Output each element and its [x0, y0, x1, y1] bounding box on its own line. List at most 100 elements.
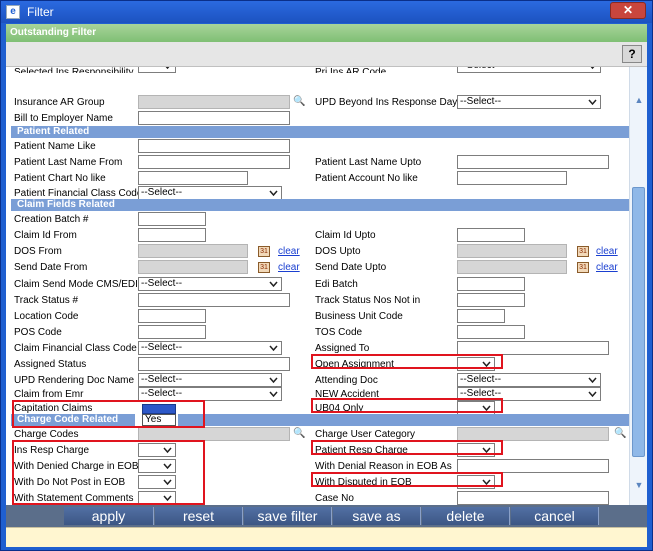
attending-doc-select[interactable]: --Select--: [457, 373, 601, 387]
save-filter-button[interactable]: save filter: [244, 507, 332, 525]
binoculars-icon[interactable]: 🔍: [614, 429, 626, 439]
tos-code-input[interactable]: [457, 325, 525, 339]
send-date-upto-input[interactable]: [457, 260, 567, 274]
chevron-down-icon: [269, 281, 278, 288]
chevron-down-icon: [269, 345, 278, 352]
assigned-to-input[interactable]: [457, 341, 609, 355]
patient-chart-no-input[interactable]: [138, 171, 248, 185]
highlight-charge-options: [12, 440, 205, 505]
highlight-patient-resp-charge: [311, 440, 503, 455]
scroll-down-icon[interactable]: ▼: [633, 480, 645, 490]
track-status-input[interactable]: [138, 293, 290, 307]
patient-last-name-upto-input[interactable]: [457, 155, 609, 169]
upd-beyond-select[interactable]: --Select--: [457, 95, 601, 109]
send-date-upto-label: Send Date Upto: [315, 262, 387, 273]
send-date-from-label: Send Date From: [14, 262, 88, 273]
close-button[interactable]: ✕: [610, 2, 646, 19]
highlight-capitation-claims: [12, 400, 205, 428]
pos-code-label: POS Code: [14, 327, 62, 338]
status-bar: [6, 527, 647, 547]
patient-account-no-input[interactable]: [457, 171, 567, 185]
scroll-thumb[interactable]: [632, 187, 645, 457]
location-code-input[interactable]: [138, 309, 206, 323]
filter-form: Selected Ins Responsibility Pri Ins AR C…: [6, 67, 647, 505]
dos-upto-input[interactable]: [457, 244, 567, 258]
highlight-open-assignment: [311, 354, 503, 369]
claim-from-emr-select[interactable]: --Select--: [138, 387, 282, 401]
send-date-from-clear-link[interactable]: clear: [278, 262, 300, 274]
edi-batch-label: Edi Batch: [315, 279, 358, 290]
scroll-up-icon[interactable]: ▲: [633, 95, 645, 105]
business-unit-code-input[interactable]: [457, 309, 505, 323]
case-no-input[interactable]: [457, 491, 609, 505]
chevron-down-icon: [165, 67, 170, 70]
title-bar: e Filter ✕: [1, 1, 652, 23]
track-status-label: Track Status #: [14, 295, 79, 306]
insurance-ar-group-label: Insurance AR Group: [14, 97, 105, 108]
assigned-status-input[interactable]: [138, 357, 290, 371]
upd-beyond-label: UPD Beyond Ins Response Days: [315, 97, 463, 108]
calendar-icon[interactable]: 31: [258, 262, 270, 273]
help-button[interactable]: ?: [622, 45, 642, 63]
attending-doc-label: Attending Doc: [315, 375, 378, 386]
patient-account-no-label: Patient Account No like: [315, 173, 418, 184]
insurance-ar-group-input[interactable]: [138, 95, 290, 109]
vertical-scrollbar[interactable]: ▲ ▼: [629, 67, 647, 505]
button-bar: apply reset save filter save as delete c…: [6, 505, 647, 527]
claim-id-from-input[interactable]: [138, 228, 206, 242]
binoculars-icon[interactable]: 🔍: [293, 97, 305, 107]
cancel-button[interactable]: cancel: [511, 507, 599, 525]
dos-upto-clear-link[interactable]: clear: [596, 246, 618, 258]
case-no-label: Case No: [315, 493, 354, 504]
apply-button[interactable]: apply: [64, 507, 154, 525]
with-denial-reason-input[interactable]: [457, 459, 609, 473]
dos-from-label: DOS From: [14, 246, 62, 257]
upd-rendering-doc-label: UPD Rendering Doc Name: [14, 375, 135, 386]
dos-from-clear-link[interactable]: clear: [278, 246, 300, 258]
tos-code-label: TOS Code: [315, 327, 363, 338]
bill-to-employer-input[interactable]: [138, 111, 290, 125]
patient-last-name-from-input[interactable]: [138, 155, 290, 169]
patient-name-like-input[interactable]: [138, 139, 290, 153]
creation-batch-input[interactable]: [138, 212, 206, 226]
edi-batch-input[interactable]: [457, 277, 525, 291]
patient-financial-class-select[interactable]: --Select--: [138, 186, 282, 200]
chevron-down-icon: [590, 67, 595, 70]
claim-id-upto-input[interactable]: [457, 228, 525, 242]
ie-icon: e: [6, 5, 20, 19]
delete-button[interactable]: delete: [422, 507, 510, 525]
binoculars-icon[interactable]: 🔍: [293, 429, 305, 439]
chevron-down-icon: [588, 377, 597, 384]
business-unit-code-label: Business Unit Code: [315, 311, 403, 322]
patient-chart-no-label: Patient Chart No like: [14, 173, 106, 184]
upd-rendering-doc-select[interactable]: --Select--: [138, 373, 282, 387]
chevron-down-icon: [588, 391, 597, 398]
claim-financial-class-label: Claim Financial Class Code: [14, 343, 137, 354]
charge-user-category-input[interactable]: [457, 427, 609, 441]
claim-financial-class-select[interactable]: --Select--: [138, 341, 282, 355]
dos-upto-label: DOS Upto: [315, 246, 361, 257]
send-date-upto-clear-link[interactable]: clear: [596, 262, 618, 274]
dos-from-input[interactable]: [138, 244, 248, 258]
location-code-label: Location Code: [14, 311, 79, 322]
calendar-icon[interactable]: 31: [577, 262, 589, 273]
track-status-not-in-input[interactable]: [457, 293, 525, 307]
highlight-ub04-only: [311, 398, 503, 413]
assigned-status-label: Assigned Status: [14, 359, 87, 370]
selected-ins-responsibility-select[interactable]: [138, 67, 176, 73]
window-title: Filter: [27, 5, 54, 19]
save-as-button[interactable]: save as: [333, 507, 421, 525]
reset-button[interactable]: reset: [155, 507, 243, 525]
send-date-from-input[interactable]: [138, 260, 248, 274]
pri-ins-ar-code-select[interactable]: --Select--: [457, 67, 601, 73]
claim-send-mode-select[interactable]: --Select--: [138, 277, 282, 291]
pos-code-input[interactable]: [138, 325, 206, 339]
chevron-down-icon: [269, 391, 278, 398]
chevron-down-icon: [269, 190, 278, 197]
pri-ins-ar-code-label: Pri Ins AR Code: [315, 67, 387, 73]
charge-codes-input[interactable]: [138, 427, 290, 441]
calendar-icon[interactable]: 31: [577, 246, 589, 257]
track-status-not-in-label: Track Status Nos Not in: [315, 295, 421, 306]
claim-send-mode-label: Claim Send Mode CMS/EDI: [14, 279, 138, 290]
calendar-icon[interactable]: 31: [258, 246, 270, 257]
